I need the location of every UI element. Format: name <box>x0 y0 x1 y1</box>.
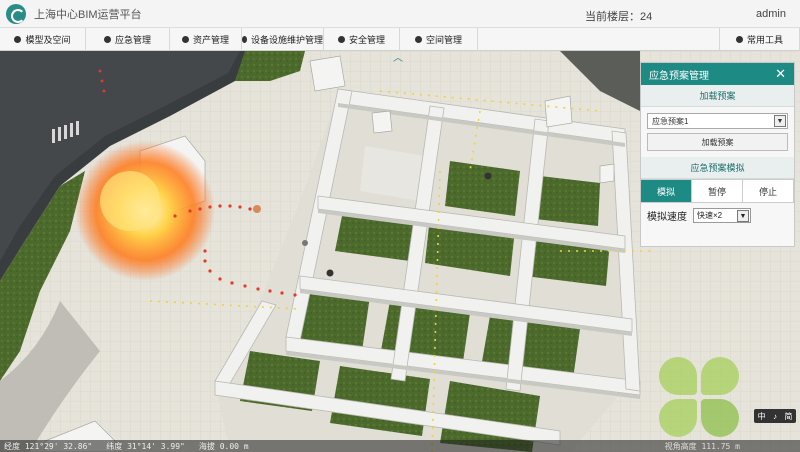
menu-label: 设备设施维护管理 <box>250 35 323 45</box>
menu-label: 安全管理 <box>348 35 385 45</box>
tools-icon <box>735 36 743 43</box>
sim-controls: 模拟 暂停 停止 <box>641 179 794 203</box>
top-bar: 上海中心BIM运营平台 当前楼层：24 admin <box>0 0 800 28</box>
wrench-icon <box>242 36 247 43</box>
speed-label: 模拟速度 <box>647 211 687 223</box>
menu-space[interactable]: 空间管理 <box>400 28 478 51</box>
shield-icon <box>337 36 345 43</box>
menu-label: 模型及空间 <box>25 35 71 45</box>
altitude-readout: 海拔 0.00 m <box>198 441 249 451</box>
eye-height-readout: 视角高度 111.75 m <box>664 441 740 451</box>
menu-emergency[interactable]: 应急管理 <box>86 28 170 51</box>
menu-label: 资产管理 <box>192 35 229 45</box>
ime-toolbar[interactable]: 中 ♪ 简 <box>754 409 796 423</box>
box-icon <box>181 36 189 43</box>
close-icon[interactable]: ✕ <box>775 66 786 82</box>
menu-label: 空间管理 <box>425 35 462 45</box>
watermark-logo <box>655 355 750 447</box>
grid-icon <box>414 36 422 43</box>
latitude-readout: 纬度 31°14' 3.99" <box>106 441 185 451</box>
menu-label: 应急管理 <box>114 35 151 45</box>
simulate-button[interactable]: 模拟 <box>641 180 692 202</box>
app-title: 上海中心BIM运营平台 <box>34 8 142 21</box>
svg-text:︿: ︿ <box>393 53 403 64</box>
app-logo-icon <box>6 3 26 24</box>
ime-punct[interactable]: ♪ <box>773 412 777 421</box>
load-plan-button[interactable]: 加载预案 <box>647 133 788 151</box>
panel-title: 应急预案管理 <box>649 70 709 82</box>
menu-model-space[interactable]: 模型及空间 <box>0 28 86 51</box>
speed-value: 快速×2 <box>697 210 723 220</box>
load-plan-section-title: 加载预案 <box>641 85 794 107</box>
menu-label: 常用工具 <box>746 35 783 45</box>
longitude-readout: 经度 121°29' 32.86" <box>4 441 93 451</box>
ime-mode[interactable]: 中 <box>758 411 766 422</box>
user-name[interactable]: admin <box>756 8 786 20</box>
panel-header: 应急预案管理 ✕ <box>641 63 794 85</box>
status-bar: 经度 121°29' 32.86" 纬度 31°14' 3.99" 海拔 0.0… <box>0 440 800 452</box>
speed-row: 模拟速度 快速×2 ▼ <box>641 203 794 227</box>
menu-common-tools[interactable]: 常用工具 <box>720 28 800 51</box>
sim-section-title: 应急预案模拟 <box>641 157 794 179</box>
stop-button[interactable]: 停止 <box>743 180 794 202</box>
alert-icon <box>103 36 111 43</box>
pause-button[interactable]: 暂停 <box>692 180 743 202</box>
menu-equipment[interactable]: 设备设施维护管理 <box>242 28 324 51</box>
menu-assets[interactable]: 资产管理 <box>170 28 242 51</box>
ime-simplified[interactable]: 简 <box>784 411 792 422</box>
menu-spacer <box>478 28 720 50</box>
main-menu: 模型及空间 应急管理 资产管理 设备设施维护管理 安全管理 空间管理 常用工具 <box>0 28 800 51</box>
emergency-plan-panel: 应急预案管理 ✕ 加载预案 应急预案1 ▼ 加载预案 应急预案模拟 模拟 暂停 … <box>640 62 795 247</box>
chevron-down-icon[interactable]: ▼ <box>774 115 786 127</box>
menu-safety[interactable]: 安全管理 <box>324 28 400 51</box>
current-floor-label: 当前楼层：24 <box>585 11 653 23</box>
plan-select[interactable]: 应急预案1 ▼ <box>647 113 788 129</box>
chevron-down-icon[interactable]: ▼ <box>737 209 749 222</box>
plan-select-value: 应急预案1 <box>652 116 689 126</box>
layers-icon <box>14 36 22 43</box>
speed-select[interactable]: 快速×2 ▼ <box>693 207 751 223</box>
